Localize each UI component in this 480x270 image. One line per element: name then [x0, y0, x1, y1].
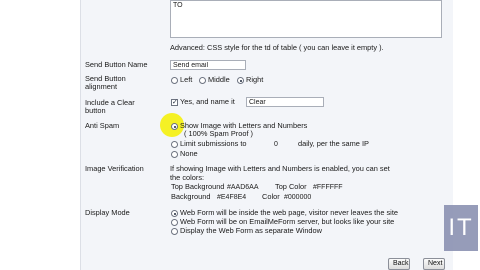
send-button-name-input[interactable] [170, 60, 246, 70]
clear-button-checkbox[interactable] [171, 98, 178, 106]
color-input[interactable] [281, 192, 327, 202]
background-input[interactable] [214, 192, 260, 202]
it-logo: IT [444, 205, 478, 251]
alignment-left-radio[interactable] [171, 77, 178, 84]
display-mode-label: Display Mode [85, 208, 130, 217]
send-button-name-label: Send Button Name [85, 60, 148, 69]
send-button-alignment-label-2: alignment [85, 82, 118, 91]
display-mode-window-label: Display the Web Form as separate Window [180, 226, 322, 235]
back-button[interactable]: Back [388, 258, 410, 270]
anti-spam-limit-radio[interactable] [171, 141, 178, 148]
display-mode-inside-radio[interactable] [171, 210, 178, 217]
top-background-label: Top Background [171, 182, 225, 191]
anti-spam-none-radio[interactable] [171, 151, 178, 158]
alignment-middle-radio[interactable] [199, 77, 206, 84]
anti-spam-image-radio[interactable] [171, 123, 178, 130]
display-mode-window-radio[interactable] [171, 228, 178, 235]
background-label: Background [171, 192, 211, 201]
anti-spam-image-sublabel: ( 100% Spam Proof ) [184, 129, 254, 138]
anti-spam-label: Anti Spam [85, 121, 120, 130]
top-color-label: Top Color [275, 182, 307, 191]
anti-spam-none-label: None [180, 149, 198, 158]
next-button[interactable]: Next [423, 258, 445, 270]
top-color-input[interactable] [310, 182, 356, 192]
alignment-left-label: Left [180, 75, 193, 84]
alignment-right-label: Right [246, 75, 264, 84]
logo-text: IT [448, 214, 474, 241]
clear-button-checkbox-label: Yes, and name it [180, 97, 235, 106]
clear-button-name-input[interactable] [246, 97, 324, 107]
alignment-middle-label: Middle [208, 75, 230, 84]
top-background-input[interactable] [224, 182, 270, 192]
anti-spam-limit-prefix: Limit submissions to [180, 139, 247, 148]
advanced-note: Advanced: CSS style for the td of table … [170, 43, 384, 52]
to-style-textarea[interactable]: TO [170, 0, 442, 38]
display-mode-server-radio[interactable] [171, 219, 178, 226]
anti-spam-limit-input[interactable] [256, 139, 296, 149]
anti-spam-limit-suffix: daily, per the same IP [298, 139, 369, 148]
color-label: Color [262, 192, 280, 201]
image-verification-label: Image Verification [85, 164, 144, 173]
clear-button-label-2: button [85, 106, 106, 115]
alignment-right-radio[interactable] [237, 77, 244, 84]
